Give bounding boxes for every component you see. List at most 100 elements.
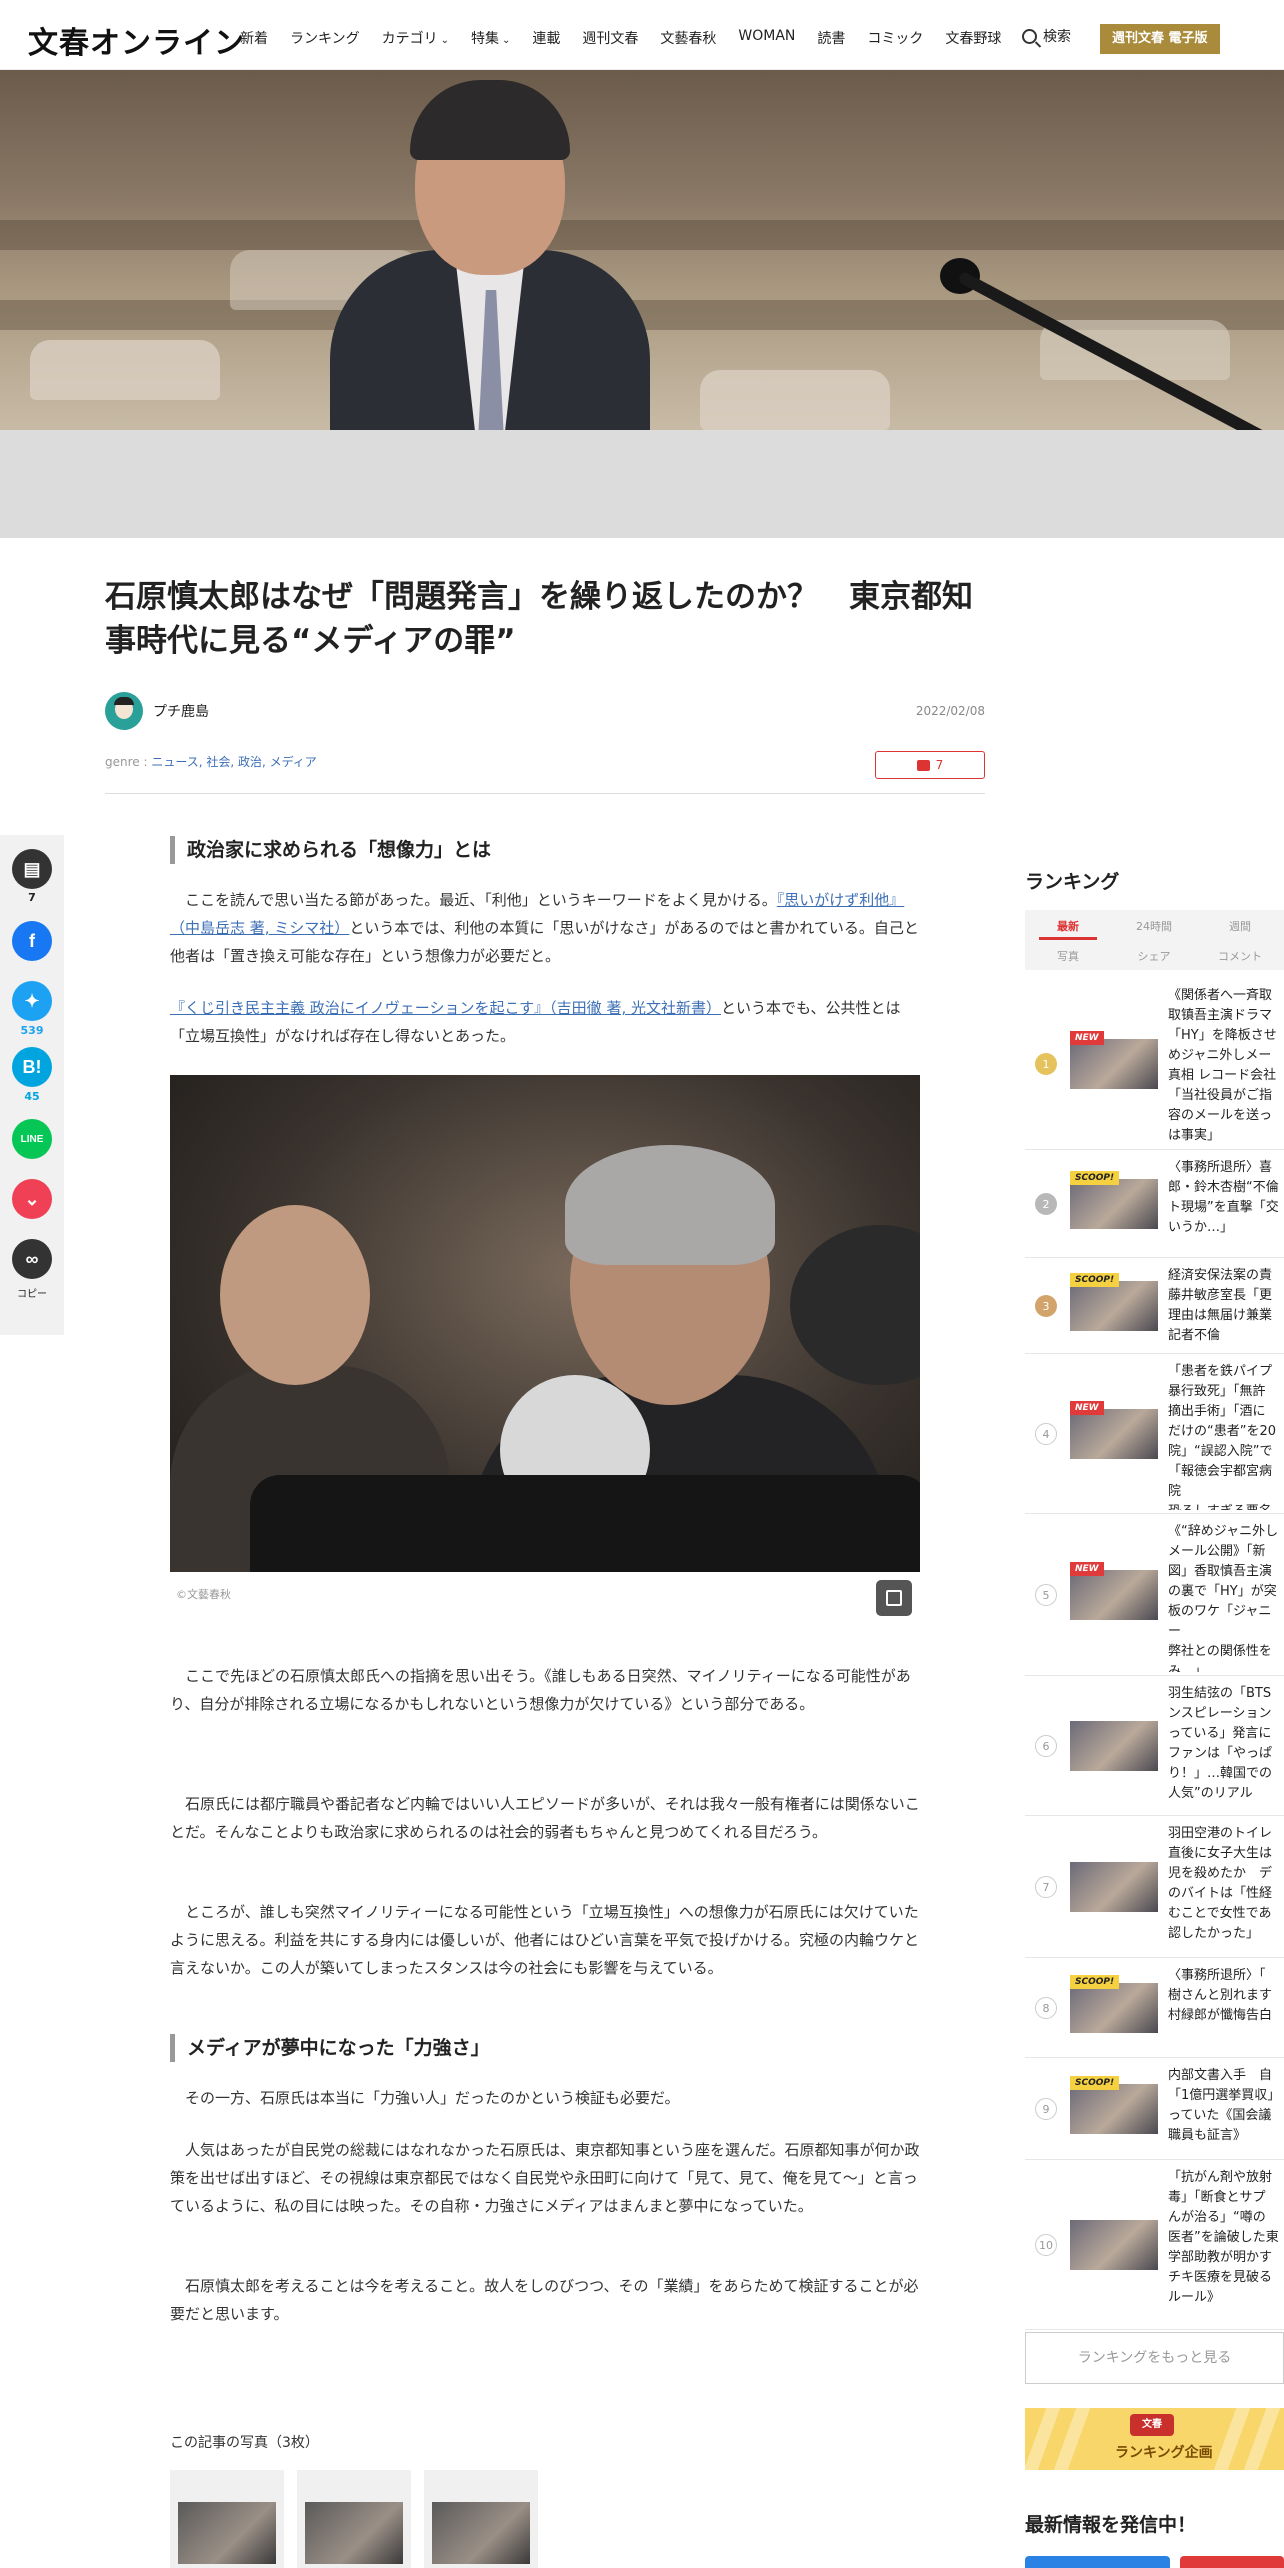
- nav-ranking[interactable]: ランキング: [290, 28, 360, 48]
- ad-placeholder: [0, 430, 1284, 538]
- facebook-icon: f: [29, 930, 35, 951]
- comment-bubble-icon: ▤: [23, 858, 41, 879]
- chevron-down-icon: ⌄: [501, 35, 511, 46]
- section-heading-media: メディアが夢中になった「力強さ」: [170, 2034, 920, 2062]
- article-photo[interactable]: [170, 1075, 920, 1572]
- ranking-headline: 羽田空港のトイレ 直後に女子大生は 児を殺めたか デ のバイトは「性経 むことで…: [1168, 1826, 1273, 1941]
- copy-link-button[interactable]: ∞: [12, 1239, 52, 1279]
- paragraph-6: その一方、石原氏は本当に「力強い人」だったのかという検証も必要だ。: [185, 2089, 680, 2107]
- youtube-follow-button[interactable]: [1180, 2556, 1284, 2568]
- ranking-tabs: 最新 24時間 週間 写真 シェア コメント: [1025, 910, 1284, 970]
- ranking-item[interactable]: 2 SCOOP! 〈事務所退所〉喜 郎・鈴木杏樹“不倫 ト現場”を直撃「交 いうか……: [1025, 1150, 1284, 1258]
- section-heading-imagination: 政治家に求められる「想像力」とは: [170, 836, 920, 864]
- line-button[interactable]: LINE: [12, 1119, 52, 1159]
- paragraph-5: ところが、誰しも突然マイノリティーになる可能性という「立場互換性」への想像力が石…: [170, 1903, 919, 1977]
- author-name[interactable]: プチ鹿島: [153, 701, 209, 721]
- search-button[interactable]: 検索: [1022, 26, 1071, 46]
- nav-bungei-shunju[interactable]: 文藝春秋: [660, 28, 716, 48]
- site-header: 文春オンライン 新着 ランキング カテゴリ ⌄ 特集 ⌄ 連載 週刊文春 文藝春秋 …: [0, 0, 1284, 70]
- author-info[interactable]: プチ鹿島: [105, 692, 209, 730]
- rank-number: 2: [1035, 1193, 1057, 1215]
- ranking-item[interactable]: 5 NEW 《“辞めジャニ外し メール公開》「新 図」香取慎吾主演 の裏で「HY」が…: [1025, 1514, 1284, 1676]
- nav-category[interactable]: カテゴリ ⌄: [382, 28, 449, 48]
- tab-24h[interactable]: 24時間: [1111, 918, 1197, 934]
- ranking-badge: SCOOP!: [1070, 1171, 1120, 1185]
- rank-number: 10: [1035, 2234, 1057, 2256]
- ranking-banner[interactable]: 文春 ランキング企画: [1025, 2408, 1284, 2470]
- rank-number: 9: [1035, 2098, 1057, 2120]
- tab-photo[interactable]: 写真: [1025, 948, 1111, 964]
- pocket-button[interactable]: ⌄: [12, 1179, 52, 1219]
- tab-latest[interactable]: 最新: [1025, 918, 1111, 934]
- ebook-button[interactable]: 週刊文春 電子版: [1100, 24, 1220, 54]
- hatena-button[interactable]: B!: [12, 1047, 52, 1087]
- tab-share[interactable]: シェア: [1111, 948, 1197, 964]
- rank-number: 5: [1035, 1584, 1057, 1606]
- author-avatar[interactable]: [105, 692, 143, 730]
- ranking-item[interactable]: 9 SCOOP! 内部文書入手 自 「1億円選挙買収」 っていた《国会議 職員も証言…: [1025, 2058, 1284, 2160]
- more-ranking-button[interactable]: ランキングをもっと見る: [1025, 2332, 1284, 2384]
- twitter-button[interactable]: ✦: [12, 981, 52, 1021]
- paragraph-8: 石原慎太郎を考えることは今を考えること。故人をしのびつつ、その「業績」をあらため…: [170, 2277, 919, 2323]
- genre-links[interactable]: ニュース, 社会, 政治, メディア: [151, 755, 316, 769]
- facebook-button[interactable]: f: [12, 921, 52, 961]
- nav-books[interactable]: 読書: [817, 28, 845, 48]
- ranking-item[interactable]: 4 NEW 「患者を鉄パイプ 暴行致死」「無許 摘出手術」「酒に だけの“患者”を2…: [1025, 1354, 1284, 1514]
- share-comment-count: 7: [28, 891, 36, 904]
- ranking-item[interactable]: 7 羽田空港のトイレ 直後に女子大生は 児を殺めたか デ のバイトは「性経 むこと…: [1025, 1816, 1284, 1958]
- nav-woman[interactable]: WOMAN: [738, 28, 795, 48]
- nav-new[interactable]: 新着: [240, 28, 268, 48]
- article-title: 石原慎太郎はなぜ「問題発言」を繰り返したのか？ 東京都知事時代に見る“メディアの…: [105, 579, 973, 659]
- photo-thumbnail[interactable]: [170, 2470, 284, 2568]
- ranking-badge: NEW: [1070, 1031, 1104, 1045]
- ranking-item[interactable]: 8 SCOOP! 〈事務所退所〉「 樹さんと別れます 村緑郎が懺悔告白: [1025, 1958, 1284, 2058]
- ranking-thumbnail: [1070, 1983, 1158, 2033]
- hero-person: [330, 80, 650, 430]
- nav-feature[interactable]: 特集 ⌄: [471, 28, 510, 48]
- photo-thumbnail[interactable]: [297, 2470, 411, 2568]
- ranking-headline: 「患者を鉄パイプ 暴行致死」「無許 摘出手術」「酒に だけの“患者”を20 院」…: [1168, 1364, 1277, 1510]
- site-logo[interactable]: 文春オンライン: [28, 18, 245, 62]
- nav-comic[interactable]: コミック: [867, 28, 923, 48]
- active-tab-underline: [1039, 937, 1097, 940]
- ranking-headline: 《“辞めジャニ外し メール公開》「新 図」香取慎吾主演 の裏で「HY」が突 板の…: [1168, 1524, 1279, 1672]
- nav-baseball[interactable]: 文春野球: [945, 28, 1001, 48]
- comment-count: 7: [935, 758, 944, 772]
- ranking-item[interactable]: 6 羽生結弦の「BTS ンスピレーション っている」発言に ファンは「やっぱ り！…: [1025, 1676, 1284, 1816]
- paragraph-4: 石原氏には都庁職員や番記者など内輪ではいい人エピソードが多いが、それは我々一般有…: [170, 1795, 920, 1841]
- nav-serial[interactable]: 連載: [532, 28, 560, 48]
- tab-weekly[interactable]: 週間: [1197, 918, 1283, 934]
- ranking-headline: 《関係者へ一斉取 取镇吾主演ドラマ 「HY」を降板させ めジャニ外しメー 真相 …: [1168, 988, 1277, 1143]
- ranking-thumbnail: [1070, 2084, 1158, 2134]
- nav-shukan-bunshun[interactable]: 週刊文春: [582, 28, 638, 48]
- photo-expand-button[interactable]: [876, 1580, 912, 1616]
- banner-label-top: 文春: [1130, 2414, 1174, 2436]
- paragraph-2: 『くじ引き民主主義 政治にイノヴェーションを起こす』（吉田徹 著, 光文社新書）…: [170, 994, 920, 1050]
- ranking-thumbnail: [1070, 1409, 1158, 1459]
- hatena-count: 45: [24, 1090, 40, 1103]
- ranking-item[interactable]: 10 「抗がん剤や放射 毒」「断食とサプ んが治る」“噂の 医者”を論破した東 学…: [1025, 2160, 1284, 2330]
- book-link-kujibiki[interactable]: 『くじ引き民主主義 政治にイノヴェーションを起こす』（吉田徹 著, 光文社新書）: [170, 999, 721, 1017]
- tab-comment[interactable]: コメント: [1197, 948, 1283, 964]
- ranking-item[interactable]: 3 SCOOP! 経済安保法案の責 藤井敏彦室長「更 理由は無届け兼業 記者不倫: [1025, 1258, 1284, 1354]
- ranking-badge: NEW: [1070, 1562, 1104, 1576]
- ranking-headline: 経済安保法案の責 藤井敏彦室長「更 理由は無届け兼業 記者不倫: [1168, 1268, 1273, 1343]
- share-bar: ▤ 7 f ✦ 539 B! 45 LINE ⌄ ∞ コピー: [0, 835, 64, 1335]
- photo-thumbnail[interactable]: [424, 2470, 538, 2568]
- genre-label: genre :: [105, 755, 148, 769]
- comment-button[interactable]: 7: [875, 751, 985, 779]
- p1-pre: ここを読んで思い当たる節があった。最近、「利他」というキーワードをよく見かける。: [185, 891, 777, 909]
- paragraph-7: 人気はあったが自民党の総裁にはなれなかった石原氏は、東京都知事という座を選んだ。…: [170, 2141, 920, 2215]
- ranking-thumbnail: [1070, 1179, 1158, 1229]
- ranking-badge: NEW: [1070, 1401, 1104, 1415]
- ranking-headline: 内部文書入手 自 「1億円選挙買収」 っていた《国会議 職員も証言》: [1168, 2068, 1281, 2143]
- ranking-thumbnail: [1070, 1281, 1158, 1331]
- paragraph-1: ここを読んで思い当たる節があった。最近、「利他」というキーワードをよく見かける。…: [170, 886, 920, 970]
- twitter-count: 539: [20, 1024, 44, 1037]
- rank-number: 8: [1035, 1997, 1057, 2019]
- ranking-item[interactable]: 1 NEW 《関係者へ一斉取 取镇吾主演ドラマ 「HY」を降板させ めジャニ外しメー…: [1025, 978, 1284, 1150]
- comment-share-button[interactable]: ▤: [12, 849, 52, 889]
- twitter-follow-button[interactable]: [1025, 2556, 1170, 2568]
- expand-icon: [886, 1590, 902, 1606]
- hero-image: [0, 70, 1284, 430]
